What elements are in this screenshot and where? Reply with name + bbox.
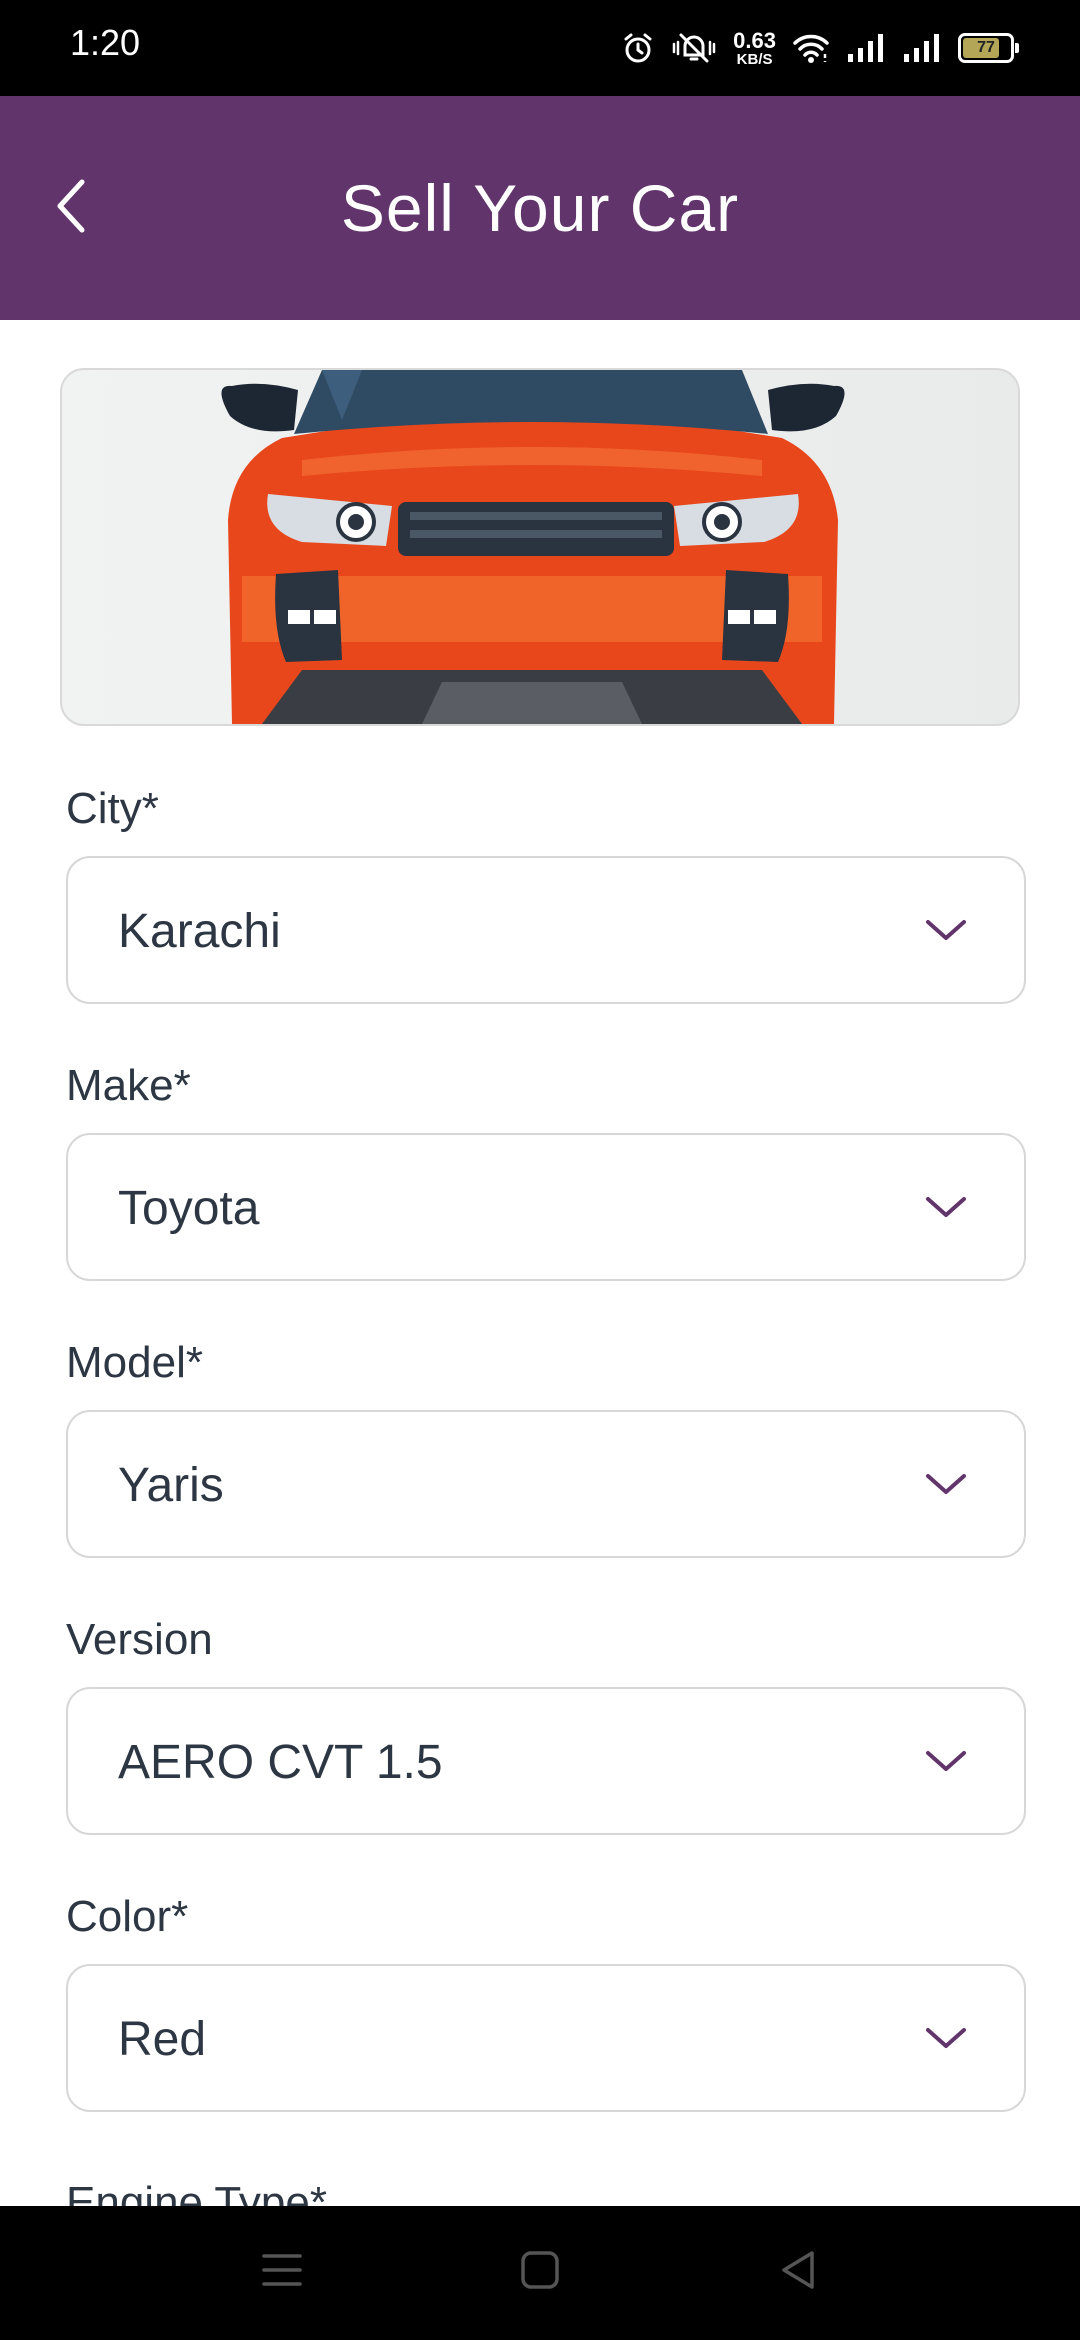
car-image <box>60 368 1020 726</box>
net-speed: 0.63 KB/S <box>733 27 776 68</box>
chevron-down-icon <box>924 1470 968 1503</box>
battery-level: 77 <box>977 39 995 56</box>
model-value: Yaris <box>118 1459 224 1512</box>
make-dropdown[interactable]: Toyota <box>66 1133 1026 1281</box>
page-title: Sell Your Car <box>340 171 740 245</box>
mute-icon <box>671 31 717 65</box>
version-label: Version <box>66 1615 213 1664</box>
chevron-down-icon <box>924 916 968 949</box>
alarm-icon <box>621 31 655 65</box>
menu-icon[interactable] <box>262 2248 302 2297</box>
app-bar: Sell Your Car <box>0 96 1080 320</box>
color-value: Red <box>118 2013 207 2066</box>
version-dropdown[interactable]: AERO CVT 1.5 <box>66 1687 1026 1835</box>
version-value: AERO CVT 1.5 <box>118 1736 443 1789</box>
back-triangle-icon[interactable] <box>778 2248 818 2297</box>
chevron-down-icon <box>924 1747 968 1780</box>
status-bar: 1:20 0.63 KB/S 77 <box>0 0 1080 96</box>
chevron-down-icon <box>924 1193 968 1226</box>
navigation-bar <box>0 2206 1080 2340</box>
home-icon[interactable] <box>520 2248 560 2297</box>
model-label: Model* <box>66 1338 203 1387</box>
net-speed-value: 0.63 <box>733 27 776 53</box>
signal-icon <box>846 32 886 64</box>
engine-type-label: Engine Type* <box>66 2178 327 2206</box>
status-time: 1:20 <box>70 22 141 63</box>
city-value: Karachi <box>118 905 281 958</box>
wifi-icon <box>792 32 830 64</box>
net-speed-unit: KB/S <box>736 50 773 68</box>
make-label: Make* <box>66 1061 191 1110</box>
city-dropdown[interactable]: Karachi <box>66 856 1026 1004</box>
status-icons: 0.63 KB/S 77 <box>621 24 1019 72</box>
chevron-down-icon <box>924 2024 968 2057</box>
make-value: Toyota <box>118 1182 260 1235</box>
color-dropdown[interactable]: Red <box>66 1964 1026 2112</box>
battery-icon: 77 <box>958 33 1019 63</box>
color-label: Color* <box>66 1892 189 1941</box>
signal-icon <box>902 32 942 64</box>
model-dropdown[interactable]: Yaris <box>66 1410 1026 1558</box>
city-label: City* <box>66 784 159 833</box>
